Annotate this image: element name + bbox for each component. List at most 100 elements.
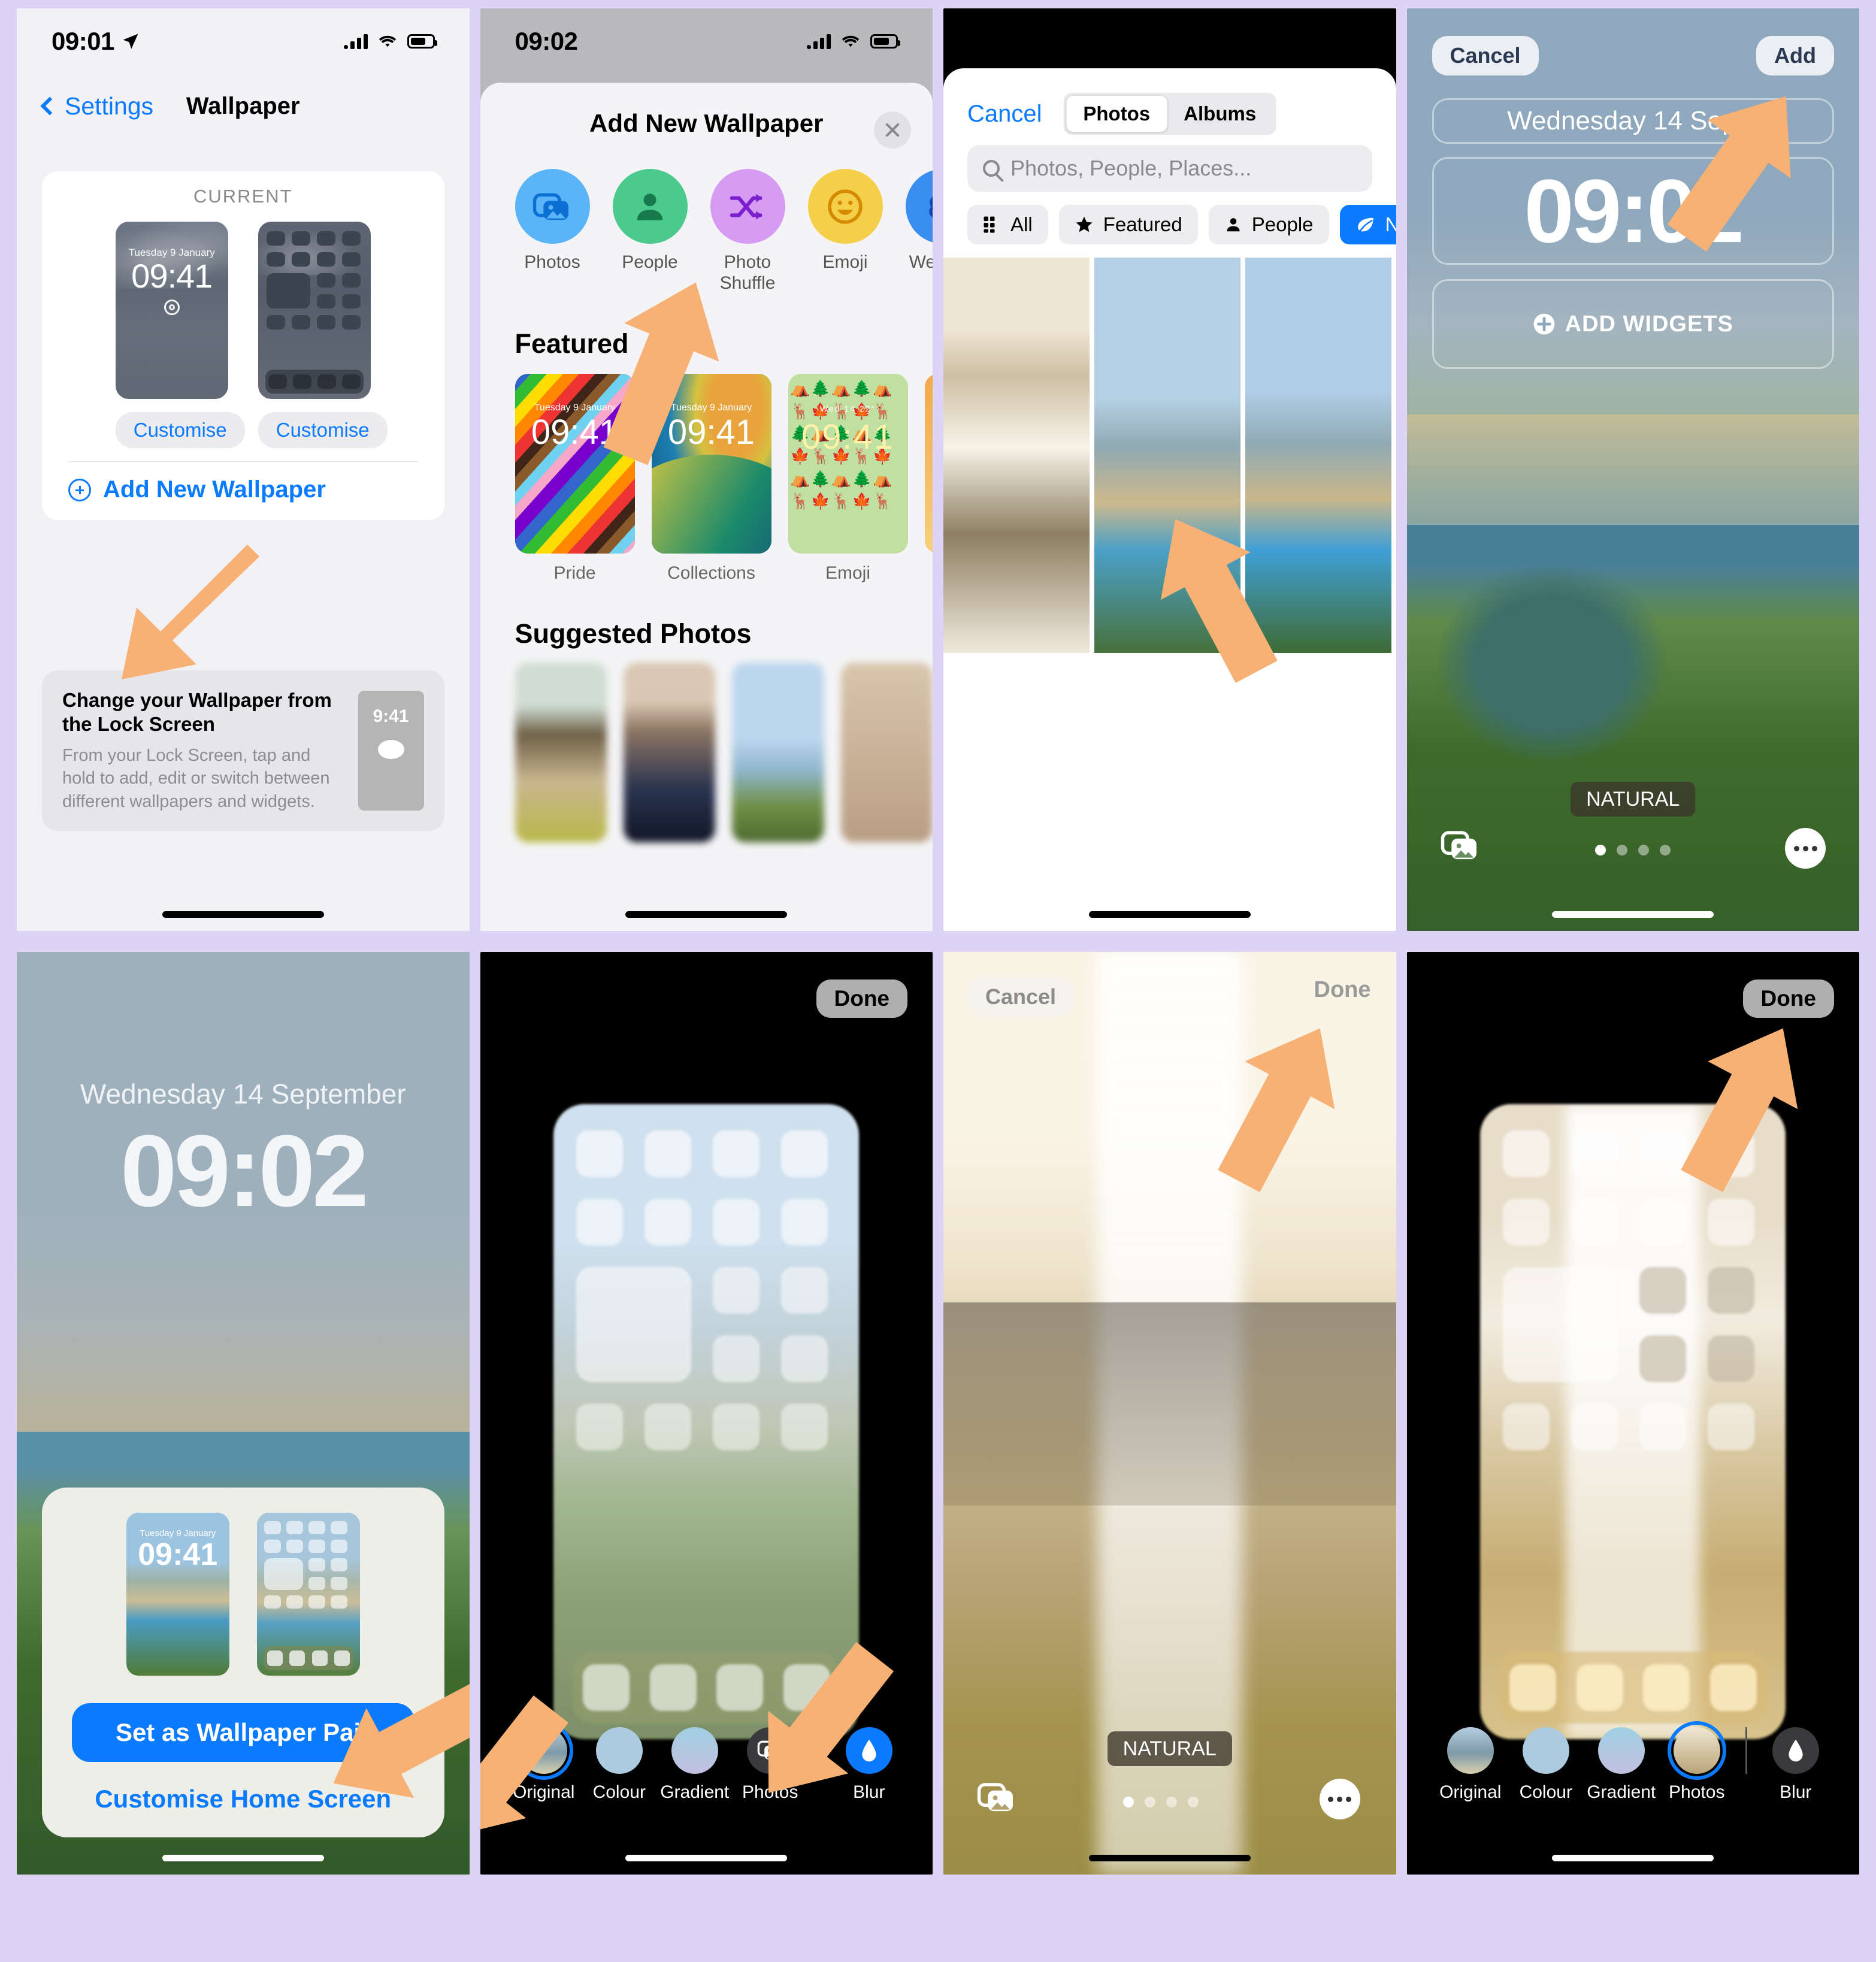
suggested-photo[interactable]: [732, 663, 824, 842]
category-label: People: [622, 252, 678, 272]
lock-screen-preview[interactable]: Tuesday 9 January 09:41: [115, 222, 228, 399]
customise-home-screen-button[interactable]: Customise Home Screen: [62, 1785, 424, 1813]
home-indicator: [162, 1855, 324, 1861]
wallpaper-pair-sheet: Tuesday 9 January 09:41 Set as Wallpaper…: [42, 1488, 444, 1837]
add-new-wallpaper-label: Add New Wallpaper: [103, 476, 326, 503]
signal-icon: [343, 34, 368, 49]
search-input[interactable]: Photos, People, Places...: [967, 145, 1372, 192]
home-indicator: [1552, 1855, 1714, 1861]
photos-icon[interactable]: [1441, 830, 1480, 865]
plus-circle-icon: [68, 478, 91, 501]
add-widgets-button[interactable]: ADD WIDGETS: [1432, 279, 1834, 369]
tab-albums[interactable]: Albums: [1167, 96, 1273, 132]
filter-people[interactable]: People: [1208, 205, 1329, 244]
current-label: CURRENT: [193, 186, 293, 207]
search-icon: [983, 160, 1000, 177]
style-original[interactable]: Original: [1433, 1727, 1508, 1803]
clock-widget[interactable]: 09:02: [1432, 157, 1834, 265]
style-colour[interactable]: Colour: [1508, 1727, 1584, 1803]
category-weather[interactable]: Weather: [905, 169, 933, 294]
set-as-wallpaper-pair-button[interactable]: Set as Wallpaper Pair: [72, 1703, 414, 1762]
page-dots[interactable]: [1122, 1797, 1199, 1807]
suggested-heading: Suggested Photos: [515, 618, 752, 649]
style-original[interactable]: Original: [506, 1721, 582, 1803]
weather-icon: [929, 196, 933, 217]
done-button[interactable]: Done: [1742, 980, 1834, 1018]
photos-albums-segmented-control[interactable]: Photos Albums: [1063, 93, 1276, 135]
photo-thumbnail[interactable]: [1245, 258, 1391, 653]
filter-featured[interactable]: Featured: [1058, 205, 1198, 244]
preview-time: 09:41: [801, 418, 895, 457]
customise-home-button[interactable]: Customise: [258, 412, 388, 448]
category-photo-shuffle[interactable]: Photo Shuffle: [710, 169, 785, 294]
photos-icon: [746, 1727, 794, 1774]
featured-label: Pride: [553, 563, 596, 583]
style-label: Colour: [1519, 1782, 1572, 1802]
style-blur[interactable]: Blur: [831, 1727, 907, 1803]
photos-icon[interactable]: [977, 1782, 1016, 1817]
done-button[interactable]: Done: [816, 980, 907, 1018]
preview-time: 09:41: [531, 413, 619, 452]
status-time: 09:02: [515, 27, 578, 55]
featured-next[interactable]: [924, 374, 933, 584]
featured-emoji[interactable]: ⛺🌲⛺🌲⛺🦌🍁🦌🍁🦌🌲⛺🌲⛺🌲🍁🦌🍁🦌🍁⛺🌲⛺🌲⛺🦌🍁🦌🍁🦌 Wed 14 22…: [788, 374, 908, 584]
cancel-button[interactable]: Cancel: [967, 977, 1075, 1017]
wifi-icon: [842, 35, 860, 47]
filter-label: People: [1251, 213, 1314, 235]
style-gradient[interactable]: Gradient: [657, 1727, 733, 1803]
category-photos[interactable]: Photos: [515, 169, 590, 294]
style-gradient[interactable]: Gradient: [1584, 1727, 1659, 1803]
suggested-photo[interactable]: [623, 663, 716, 842]
cancel-button[interactable]: Cancel: [967, 101, 1042, 128]
mini-lock-preview: Tuesday 9 January 09:41: [126, 1513, 229, 1676]
filter-all[interactable]: All: [967, 205, 1048, 244]
colour-swatch-icon: [595, 1727, 643, 1774]
filter-nature[interactable]: Nature: [1339, 205, 1396, 244]
style-photos[interactable]: Photos: [1659, 1721, 1735, 1803]
original-swatch-icon: [1447, 1727, 1494, 1774]
filter-chip-row: All Featured People Nature: [943, 192, 1396, 244]
add-new-wallpaper-button[interactable]: Add New Wallpaper: [42, 462, 444, 520]
category-emoji[interactable]: Emoji: [807, 169, 883, 294]
panel-settings-wallpaper: 09:01 Settings Wallpaper CURRENT Tuesday…: [17, 8, 470, 931]
panel-add-new-wallpaper: 09:02 Add New Wallpaper Photos People Ph…: [480, 8, 933, 931]
photo-thumbnail[interactable]: [1094, 258, 1240, 653]
pointer-arrow: [116, 536, 265, 691]
add-button[interactable]: Add: [1756, 36, 1834, 75]
gradient-swatch-icon: [671, 1727, 718, 1774]
sheet-title: Add New Wallpaper: [589, 109, 824, 137]
suggested-row: [480, 649, 933, 842]
category-people[interactable]: People: [612, 169, 688, 294]
person-icon: [1227, 218, 1240, 232]
shuffle-icon: [730, 194, 762, 219]
tab-photos[interactable]: Photos: [1066, 96, 1167, 132]
style-label: Gradient: [1587, 1782, 1656, 1802]
featured-pride[interactable]: Tuesday 9 January 09:41 Pride: [515, 374, 635, 584]
customise-lock-button[interactable]: Customise: [115, 412, 245, 448]
page-dots[interactable]: [1595, 845, 1671, 855]
close-icon[interactable]: [874, 111, 911, 149]
blur-drop-icon: [1772, 1727, 1819, 1774]
style-photos[interactable]: Photos: [733, 1727, 808, 1803]
suggested-photo[interactable]: [515, 663, 607, 842]
featured-collections[interactable]: Tuesday 9 January 09:41 Collections: [651, 374, 771, 584]
photo-thumbnail[interactable]: [943, 258, 1090, 653]
background-style-toolbar: Original Colour Gradient Photos Blur: [1407, 1721, 1860, 1803]
style-label: Photos: [742, 1782, 798, 1802]
style-blur[interactable]: Blur: [1758, 1727, 1833, 1803]
ellipsis-icon[interactable]: [1319, 1779, 1360, 1819]
add-wallpaper-sheet: Add New Wallpaper Photos People Photo Sh…: [480, 83, 933, 931]
suggested-photo[interactable]: [840, 663, 933, 842]
leaf-icon: [1357, 217, 1373, 232]
home-indicator: [625, 1855, 788, 1861]
style-badge: NATURAL: [1107, 1731, 1232, 1766]
battery-icon: [407, 34, 437, 49]
plus-circle-icon: [1533, 313, 1555, 335]
done-button[interactable]: Done: [1314, 977, 1371, 1003]
home-screen-preview[interactable]: [258, 222, 371, 399]
date-widget[interactable]: Wednesday 14 Septe: [1432, 98, 1834, 144]
home-indicator: [1088, 1855, 1251, 1861]
ellipsis-icon[interactable]: [1785, 828, 1826, 869]
cancel-button[interactable]: Cancel: [1432, 36, 1539, 75]
style-colour[interactable]: Colour: [582, 1727, 657, 1803]
